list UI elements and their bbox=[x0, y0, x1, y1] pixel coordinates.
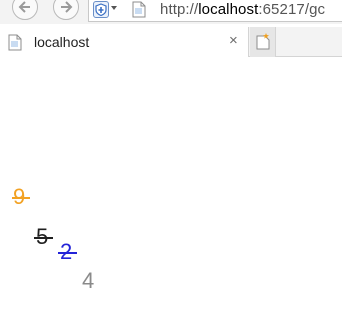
back-arrow-icon bbox=[18, 1, 30, 13]
strike-line-9 bbox=[12, 197, 30, 199]
page-icon bbox=[8, 34, 22, 51]
url-host: localhost bbox=[198, 1, 259, 18]
new-tab-button[interactable] bbox=[250, 27, 276, 57]
strike-line-2 bbox=[58, 252, 77, 254]
url-prefix: http:// bbox=[160, 1, 199, 18]
forward-arrow-icon bbox=[61, 1, 73, 13]
url-text[interactable]: http://localhost:65217/gc bbox=[160, 1, 325, 18]
tab-localhost[interactable]: localhost × bbox=[0, 27, 249, 57]
chevron-down-icon[interactable] bbox=[111, 6, 117, 10]
number-4: 4 bbox=[82, 268, 95, 293]
url-rest: :65217/gc bbox=[258, 1, 326, 18]
forward-button[interactable] bbox=[53, 0, 79, 20]
security-button[interactable] bbox=[93, 1, 109, 18]
tab-strip: localhost × bbox=[0, 27, 342, 57]
shield-icon bbox=[95, 3, 107, 16]
address-bar-row: http://localhost:65217/gc bbox=[0, 0, 342, 24]
strike-line-5 bbox=[34, 237, 53, 239]
address-field[interactable]: http://localhost:65217/gc bbox=[88, 0, 342, 22]
back-button[interactable] bbox=[12, 0, 38, 20]
new-tab-icon bbox=[256, 33, 270, 50]
close-icon[interactable]: × bbox=[229, 33, 238, 49]
tab-title: localhost bbox=[34, 34, 90, 50]
page-icon bbox=[132, 1, 146, 18]
